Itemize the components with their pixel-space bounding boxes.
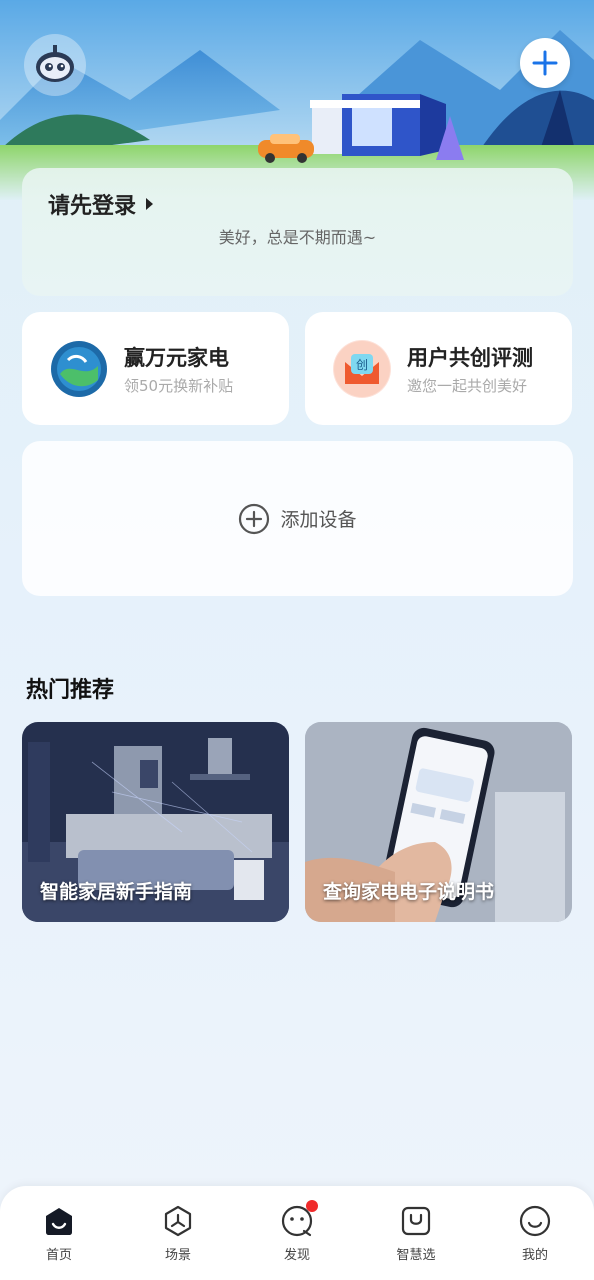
user-avatar[interactable] (24, 34, 86, 96)
promo-card-appliance[interactable]: 赢万元家电 领50元换新补贴 (22, 312, 289, 425)
scene-icon (164, 1205, 192, 1237)
promo-title: 赢万元家电 (124, 346, 229, 370)
login-title[interactable]: 请先登录 (48, 188, 154, 220)
recommend-card-guide[interactable]: 智能家居新手指南 (22, 722, 289, 922)
section-title-recommend: 热门推荐 (26, 678, 115, 703)
plus-circle-icon (239, 503, 270, 534)
login-subtitle: 美好，总是不期而遇~ (218, 228, 377, 247)
profile-icon (519, 1205, 551, 1237)
bottom-tab-bar: 首页 场景 发现 智慧选 我的 (0, 1186, 594, 1280)
add-device-label: 添加设备 (280, 509, 357, 531)
home-icon (46, 1208, 72, 1235)
login-card[interactable]: 请先登录 美好，总是不期而遇~ (22, 168, 573, 296)
tab-profile[interactable]: 我的 (495, 1204, 575, 1268)
tab-label: 首页 (45, 1248, 72, 1263)
tab-scene[interactable]: 场景 (138, 1204, 218, 1268)
tab-home[interactable]: 首页 (19, 1204, 99, 1268)
recommend-label: 智能家居新手指南 (40, 881, 193, 903)
tab-label: 发现 (283, 1248, 310, 1263)
tab-label: 智慧选 (396, 1248, 436, 1263)
login-title-text: 请先登录 (48, 194, 137, 219)
promo-title: 用户共创评测 (407, 346, 533, 370)
tab-discover[interactable]: 发现 (257, 1200, 337, 1268)
promo-subtitle: 邀您一起共创美好 (407, 377, 528, 395)
caret-right-icon (146, 198, 154, 210)
globe-icon (50, 340, 108, 398)
add-device-card[interactable]: 添加设备 (22, 441, 573, 596)
promo-subtitle: 领50元换新补贴 (124, 377, 234, 395)
create-badge-icon: 创 (333, 340, 391, 398)
add-button[interactable] (520, 38, 570, 88)
recommend-card-manual[interactable]: 查询家电电子说明书 (305, 722, 572, 922)
notification-dot (306, 1200, 318, 1212)
svg-text:创: 创 (356, 358, 368, 372)
tab-shop[interactable]: 智慧选 (376, 1204, 456, 1268)
tab-label: 场景 (164, 1248, 191, 1263)
promo-card-review[interactable]: 创 用户共创评测 邀您一起共创美好 (305, 312, 572, 425)
add-device-button[interactable]: 添加设备 (22, 441, 573, 596)
tab-label: 我的 (521, 1248, 548, 1263)
plus-icon (532, 50, 558, 76)
recommend-label: 查询家电电子说明书 (323, 881, 495, 903)
robot-avatar-icon (36, 45, 74, 82)
shop-icon (401, 1206, 431, 1236)
